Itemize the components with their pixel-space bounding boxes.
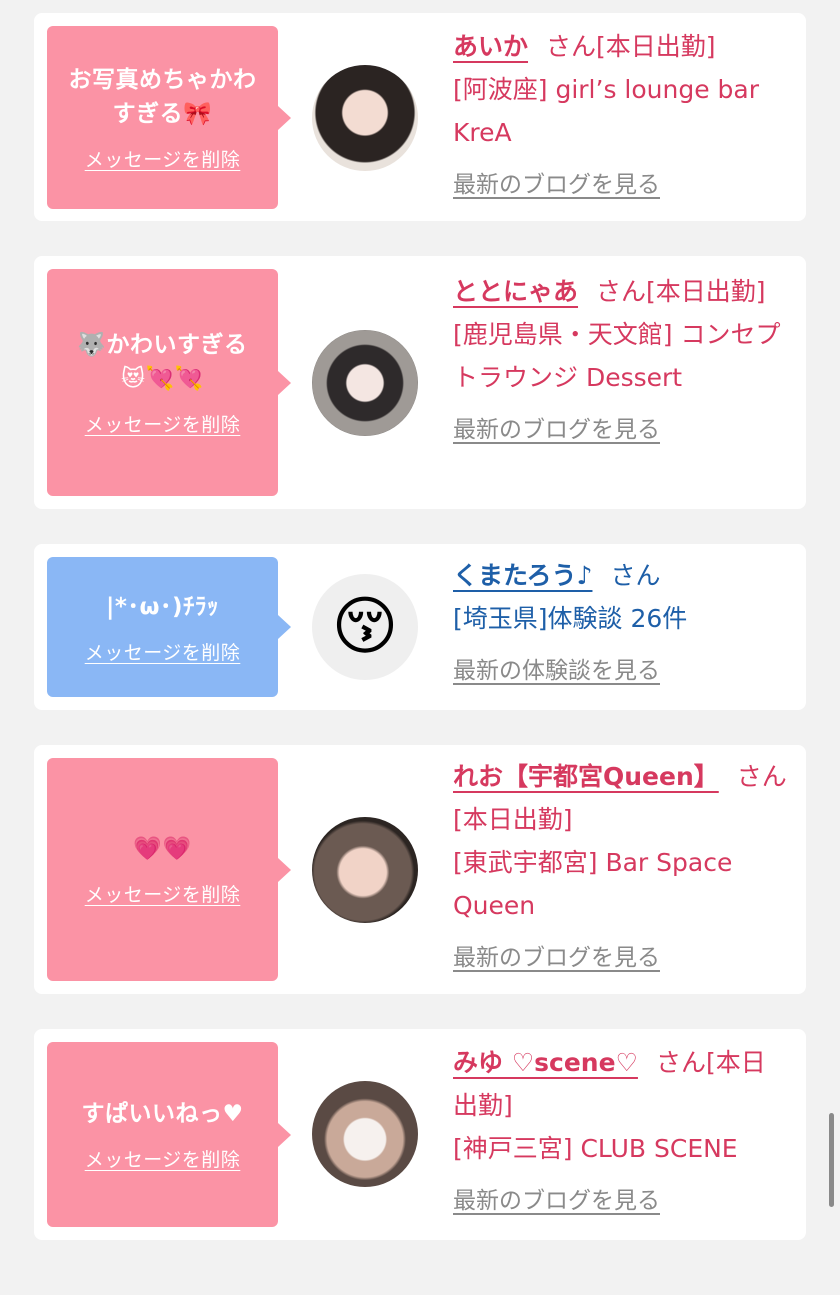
message-bubble: お写真めちゃかわ すぎる🎀 メッセージを削除 [47,26,291,209]
message-line: |*･ω･)ﾁﾗｯ [106,593,219,620]
message-text: 💗💗 [133,832,191,866]
message-line: 💗💗 [133,836,192,862]
latest-blog-link[interactable]: 最新のブログを見る [453,937,789,980]
scrollbar[interactable] [829,1113,834,1207]
message-bubble: 🐺かわいすぎる 😻💘💘 メッセージを削除 [47,269,291,496]
message-bubble: 💗💗 メッセージを削除 [47,758,291,981]
message-text: お写真めちゃかわ すぎる🎀 [69,63,257,131]
cast-info: ととにゃあ さん[本日出勤] [鹿児島県・天文館] コンセプトラウンジ Desse… [453,270,789,452]
message-line: すぱいいねっ♥ [81,1101,244,1127]
avatar[interactable] [312,65,418,171]
latest-blog-link[interactable]: 最新のブログを見る [453,1180,789,1223]
delete-message-link[interactable]: メッセージを削除 [85,410,241,437]
latest-blog-link[interactable]: 最新のブログを見る [453,409,789,452]
delete-message-link[interactable]: メッセージを削除 [85,880,241,907]
delete-message-link[interactable]: メッセージを削除 [85,1145,241,1172]
honorific: さん [655,1048,706,1077]
delete-message-link[interactable]: メッセージを削除 [85,145,241,172]
cast-name-link[interactable]: あいか [453,32,528,61]
avatar[interactable]: 😚 [312,574,418,680]
message-bubble: |*･ω･)ﾁﾗｯ メッセージを削除 [47,557,291,697]
latest-review-link[interactable]: 最新の体験談を見る [453,650,789,693]
list-item: 💗💗 メッセージを削除 れお【宇都宮Queen】 さん [本日出勤] [東武宇都宮]… [34,745,806,994]
avatar[interactable] [312,1081,418,1187]
message-line: お写真めちゃかわ [68,67,257,93]
list-item: すぱいいねっ♥ メッセージを削除 みゆ ♡scene♡ さん[本日出勤] [神戸三… [34,1029,806,1240]
cast-info: あいか さん[本日出勤] [阿波座] girl’s lounge bar KreA… [453,25,789,207]
honorific: さん [546,32,597,61]
message-bubble: すぱいいねっ♥ メッセージを削除 [47,1042,291,1227]
cast-name-link[interactable]: れお【宇都宮Queen】 [453,762,719,791]
list-item: 🐺かわいすぎる 😻💘💘 メッセージを削除 ととにゃあ さん[本日出勤] [鹿児島県… [34,256,806,509]
status-text: [本日出勤] [596,32,716,61]
message-text: |*･ω･)ﾁﾗｯ [106,590,219,624]
review-count-text: [埼玉県]体験談 26件 [453,604,688,633]
cast-name-link[interactable]: ととにゃあ [453,277,578,306]
cast-info: くまたろう♪ さん [埼玉県]体験談 26件 最新の体験談を見る [453,554,789,693]
honorific: さん [736,762,787,791]
message-text: 🐺かわいすぎる 😻💘💘 [77,328,247,396]
status-text: [本日出勤] [453,805,573,834]
cast-info: れお【宇都宮Queen】 さん [本日出勤] [東武宇都宮] Bar Space Q… [453,755,789,980]
message-text: すぱいいねっ♥ [81,1097,243,1131]
shop-text: [阿波座] girl’s lounge bar KreA [453,75,760,147]
shop-text: [神戸三宮] CLUB SCENE [453,1134,738,1163]
status-text: [本日出勤] [646,277,766,306]
message-line: 🐺かわいすぎる [77,332,248,358]
cast-name-link[interactable]: みゆ ♡scene♡ [453,1048,638,1077]
shop-text: [鹿児島県・天文館] コンセプトラウンジ Dessert [453,320,781,392]
kissing-face-icon: 😚 [331,590,399,664]
honorific: さん [610,561,661,590]
shop-text: [東武宇都宮] Bar Space Queen [453,848,733,920]
user-name-link[interactable]: くまたろう♪ [453,561,592,590]
list-item: |*･ω･)ﾁﾗｯ メッセージを削除 😚 くまたろう♪ さん [埼玉県]体験談 2… [34,544,806,710]
delete-message-link[interactable]: メッセージを削除 [85,638,241,665]
message-line: 😻💘💘 [121,366,204,392]
latest-blog-link[interactable]: 最新のブログを見る [453,164,789,207]
cast-info: みゆ ♡scene♡ さん[本日出勤] [神戸三宮] CLUB SCENE 最新の… [453,1041,789,1223]
avatar[interactable] [312,330,418,436]
avatar[interactable] [312,817,418,923]
honorific: さん [596,277,647,306]
message-line: すぎる🎀 [112,101,213,127]
list-item: お写真めちゃかわ すぎる🎀 メッセージを削除 あいか さん[本日出勤] [阿波座]… [34,13,806,221]
